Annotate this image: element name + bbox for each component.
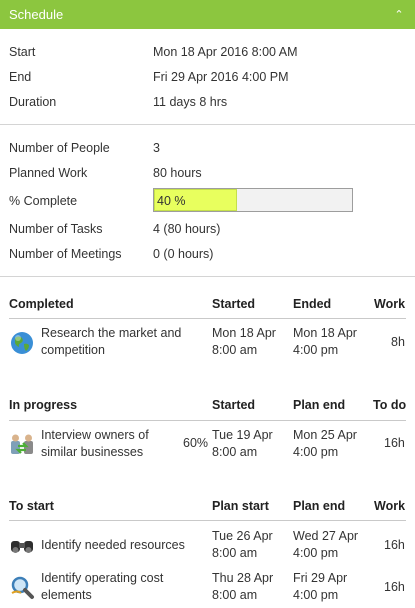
people-value: 3 xyxy=(153,141,160,155)
people-label: Number of People xyxy=(9,141,110,155)
people-exchange-icon xyxy=(11,434,33,454)
task-plan-start: Thu 28 Apr 8:00 am xyxy=(212,570,273,604)
complete-label: % Complete xyxy=(9,194,78,208)
completed-ended-header: Ended xyxy=(293,297,332,311)
task-name-line: competition xyxy=(41,343,105,357)
tasks-value: 4 (80 hours) xyxy=(153,222,221,236)
table-divider xyxy=(9,520,406,521)
end-label: End xyxy=(9,70,32,84)
binoculars-icon xyxy=(11,541,33,553)
task-time: 8:00 am xyxy=(212,343,258,357)
duration-row: Duration 11 days 8 hrs xyxy=(9,95,227,109)
meetings-value: 0 (0 hours) xyxy=(153,247,214,261)
in-progress-header: In progress xyxy=(9,398,78,412)
to-start-work-header: Work xyxy=(374,499,406,513)
duration-value: 11 days 8 hrs xyxy=(153,95,228,109)
header-title: Schedule xyxy=(9,7,64,22)
task-name-line: Identify operating cost xyxy=(41,571,164,585)
task-time: 8:00 am xyxy=(212,546,258,560)
task-started: Tue 19 Apr 8:00 am xyxy=(212,427,273,461)
planned-work-row: Planned Work 80 hours xyxy=(9,166,202,180)
task-percent: 60% xyxy=(183,436,209,450)
start-label: Start xyxy=(9,45,36,59)
to-start-plan-start-header: Plan start xyxy=(212,499,269,513)
tasks-row: Number of Tasks 4 (80 hours) xyxy=(9,222,220,236)
planned-work-label: Planned Work xyxy=(9,166,88,180)
task-date: Mon 18 Apr xyxy=(212,326,276,340)
task-time: 4:00 pm xyxy=(293,445,339,459)
task-todo: 16h xyxy=(384,436,405,450)
start-value: Mon 18 Apr 2016 8:00 AM xyxy=(153,45,298,59)
task-work: 16h xyxy=(384,538,405,552)
task-date: Wed 27 Apr xyxy=(293,529,359,543)
completed-header: Completed xyxy=(9,297,74,311)
tasks-label: Number of Tasks xyxy=(9,222,103,236)
people-row: Number of People 3 xyxy=(9,141,160,155)
in-progress-todo-header: To do xyxy=(373,398,407,412)
planned-work-value: 80 hours xyxy=(153,166,202,180)
complete-row: % Complete xyxy=(9,194,153,208)
duration-label: Duration xyxy=(9,95,57,109)
task-plan-end: Fri 29 Apr 4:00 pm xyxy=(293,570,347,604)
task-date: Thu 28 Apr xyxy=(212,571,274,585)
task-name-line: elements xyxy=(41,588,92,602)
task-time: 8:00 am xyxy=(212,588,258,602)
task-date: Tue 26 Apr xyxy=(212,529,273,543)
task-name-line: similar businesses xyxy=(41,445,144,459)
task-time: 4:00 pm xyxy=(293,588,339,602)
percent-complete-value: 40 % xyxy=(157,194,186,208)
task-started: Mon 18 Apr 8:00 am xyxy=(212,325,276,359)
end-row: End Fri 29 Apr 2016 4:00 PM xyxy=(9,70,289,84)
task-work: 16h xyxy=(384,580,405,594)
task-date: Mon 25 Apr xyxy=(293,428,357,442)
schedule-header[interactable]: Schedule ⌃ xyxy=(0,0,415,29)
percent-complete-bar: 40 % xyxy=(153,188,353,212)
meetings-label: Number of Meetings xyxy=(9,247,122,261)
divider xyxy=(0,124,415,125)
task-name-line: Research the market and xyxy=(41,326,182,340)
task-name-line: Identify needed resources xyxy=(41,538,185,552)
task-work: 8h xyxy=(391,335,405,349)
task-name: Identify operating cost elements xyxy=(41,570,163,604)
task-name: Identify needed resources xyxy=(41,537,185,554)
completed-work-header: Work xyxy=(374,297,406,311)
magnifier-icon xyxy=(11,576,34,599)
task-name-line: Interview owners of xyxy=(41,428,149,442)
divider xyxy=(0,276,415,277)
task-name: Interview owners of similar businesses xyxy=(41,427,149,461)
task-date: Mon 18 Apr xyxy=(293,326,357,340)
task-plan-end: Wed 27 Apr 4:00 pm xyxy=(293,528,358,562)
task-plan-start: Tue 26 Apr 8:00 am xyxy=(212,528,273,562)
task-time: 4:00 pm xyxy=(293,343,339,357)
completed-started-header: Started xyxy=(212,297,256,311)
to-start-plan-end-header: Plan end xyxy=(293,499,346,513)
collapse-chevron-icon[interactable]: ⌃ xyxy=(392,8,406,21)
in-progress-started-header: Started xyxy=(212,398,256,412)
to-start-header: To start xyxy=(9,499,54,513)
task-name: Research the market and competition xyxy=(41,325,181,359)
meetings-row: Number of Meetings 0 (0 hours) xyxy=(9,247,213,261)
globe-icon xyxy=(11,332,33,354)
task-ended: Mon 18 Apr 4:00 pm xyxy=(293,325,357,359)
task-time: 8:00 am xyxy=(212,445,258,459)
end-value: Fri 29 Apr 2016 4:00 PM xyxy=(153,70,289,84)
start-row: Start Mon 18 Apr 2016 8:00 AM xyxy=(9,45,298,59)
task-plan-end: Mon 25 Apr 4:00 pm xyxy=(293,427,357,461)
in-progress-plan-end-header: Plan end xyxy=(293,398,346,412)
task-date: Fri 29 Apr xyxy=(293,571,348,585)
task-date: Tue 19 Apr xyxy=(212,428,273,442)
table-divider xyxy=(9,420,406,421)
task-time: 4:00 pm xyxy=(293,546,339,560)
table-divider xyxy=(9,318,406,319)
